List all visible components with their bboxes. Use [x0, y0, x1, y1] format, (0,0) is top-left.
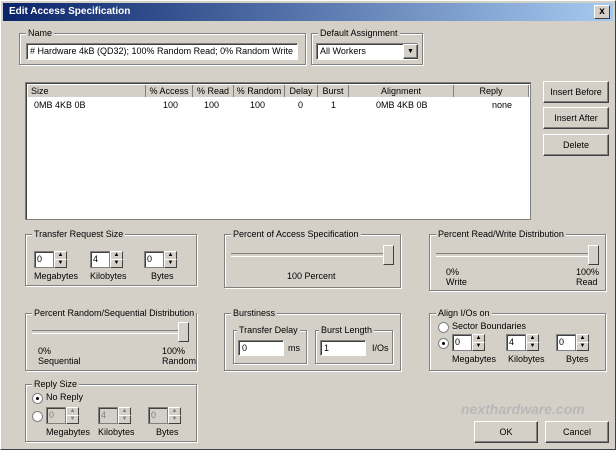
- percent-access-slider[interactable]: [383, 245, 394, 265]
- read-write-right2: Read: [576, 277, 598, 287]
- transfer-delay-input[interactable]: 0: [238, 340, 284, 356]
- sector-boundaries-radio[interactable]: [438, 322, 449, 333]
- random-sequential-group: Percent Random/Sequential Distribution 0…: [25, 308, 197, 371]
- transfer-delay-unit: ms: [288, 343, 300, 353]
- insert-after-button[interactable]: Insert After: [543, 107, 609, 129]
- read-write-right: 100%: [576, 267, 600, 277]
- ok-button[interactable]: OK: [474, 421, 538, 443]
- cell-random: 100: [250, 100, 266, 110]
- sector-boundaries-label: Sector Boundaries: [452, 321, 527, 331]
- window-title: Edit Access Specification: [9, 6, 131, 17]
- random-sequential-left: 0%: [38, 346, 52, 356]
- edit-access-spec-dialog: Edit Access Specification x Name # Hardw…: [0, 0, 616, 450]
- percent-access-group: Percent of Access Specification 100 Perc…: [224, 229, 401, 288]
- reply-kb-stepper[interactable]: 4 ▲ ▼: [98, 407, 131, 424]
- burst-length-input[interactable]: 1: [320, 340, 366, 356]
- transfer-kb-stepper[interactable]: 4 ▲ ▼: [90, 251, 123, 268]
- cell-alignment: 0MB 4KB 0B: [376, 100, 428, 110]
- align-b-stepper[interactable]: 0 ▲ ▼: [556, 334, 589, 351]
- bytes-label: Bytes: [151, 271, 174, 281]
- align-kilobytes-label: Kilobytes: [508, 354, 545, 364]
- col-header-reply[interactable]: Reply: [454, 85, 529, 97]
- insert-before-button[interactable]: Insert Before: [543, 81, 609, 103]
- chevron-down-icon[interactable]: ▼: [403, 44, 418, 59]
- col-header-size[interactable]: Size: [28, 85, 146, 97]
- align-ios-group: Align I/Os on Sector Boundaries 0 ▲ ▼ 4 ▲…: [429, 308, 606, 371]
- cell-access: 100: [163, 100, 179, 110]
- default-assignment-select[interactable]: All Workers ▼: [316, 43, 418, 60]
- cell-read: 100: [204, 100, 220, 110]
- burst-length-label: Burst Length: [319, 325, 375, 335]
- reply-custom-radio[interactable]: [32, 411, 43, 422]
- megabytes-label: Megabytes: [34, 271, 79, 281]
- transfer-delay-group: Transfer Delay 0 ms: [233, 325, 307, 364]
- burst-length-group: Burst Length 1 I/Os: [315, 325, 393, 364]
- no-reply-radio[interactable]: [32, 393, 43, 404]
- percent-access-value: 100 Percent: [287, 271, 336, 281]
- transfer-request-size-label: Transfer Request Size: [32, 229, 126, 239]
- cell-burst: 1: [331, 100, 337, 110]
- reply-bytes-label: Bytes: [156, 427, 179, 437]
- col-header-read[interactable]: % Read: [193, 85, 234, 97]
- col-header-delay[interactable]: Delay: [285, 85, 318, 97]
- reply-b-stepper[interactable]: 0 ▲ ▼: [148, 407, 181, 424]
- kilobytes-label: Kilobytes: [90, 271, 127, 281]
- watermark: nexthardware.com: [461, 401, 585, 417]
- burstiness-label: Burstiness: [231, 308, 278, 318]
- percent-access-label: Percent of Access Specification: [231, 229, 361, 239]
- align-custom-radio[interactable]: [438, 338, 449, 349]
- random-sequential-track: [32, 330, 187, 334]
- read-write-left2: Write: [446, 277, 467, 287]
- burstiness-group: Burstiness Transfer Delay 0 ms Burst Len…: [224, 308, 401, 371]
- align-megabytes-label: Megabytes: [452, 354, 497, 364]
- read-write-track: [436, 253, 596, 257]
- reply-size-label: Reply Size: [32, 379, 80, 389]
- percent-access-track: [231, 253, 391, 257]
- read-write-label: Percent Read/Write Distribution: [436, 229, 566, 239]
- reply-mb-stepper[interactable]: 0 ▲ ▼: [46, 407, 79, 424]
- transfer-delay-label: Transfer Delay: [237, 325, 300, 335]
- random-sequential-label: Percent Random/Sequential Distribution: [32, 308, 197, 318]
- align-kb-stepper[interactable]: 4 ▲ ▼: [506, 334, 539, 351]
- default-assignment-group: Default Assignment All Workers ▼: [311, 28, 423, 65]
- col-header-access[interactable]: % Access: [146, 85, 193, 97]
- transfer-b-stepper[interactable]: 0 ▲ ▼: [144, 251, 177, 268]
- cancel-button[interactable]: Cancel: [545, 421, 609, 443]
- name-label: Name: [26, 28, 55, 38]
- default-assignment-label: Default Assignment: [318, 28, 400, 38]
- col-header-alignment[interactable]: Alignment: [349, 85, 454, 97]
- access-spec-table[interactable]: Size % Access % Read % Random Delay Burs…: [25, 82, 531, 220]
- col-header-burst[interactable]: Burst: [318, 85, 349, 97]
- read-write-slider[interactable]: [588, 245, 599, 265]
- no-reply-label: No Reply: [46, 392, 84, 402]
- title-bar: Edit Access Specification x: [3, 3, 613, 21]
- transfer-mb-stepper[interactable]: 0 ▲ ▼: [34, 251, 67, 268]
- name-input[interactable]: # Hardware 4kB (QD32); 100% Random Read;…: [26, 43, 298, 60]
- read-write-group: Percent Read/Write Distribution 0% Write…: [429, 229, 606, 291]
- random-sequential-slider[interactable]: [178, 322, 189, 342]
- col-header-random[interactable]: % Random: [234, 85, 285, 97]
- cell-size: 0MB 4KB 0B: [34, 100, 86, 110]
- random-sequential-right: 100%: [162, 346, 186, 356]
- close-button[interactable]: x: [594, 5, 610, 19]
- random-sequential-right2: Random: [162, 356, 197, 366]
- burst-length-unit: I/Os: [372, 343, 389, 353]
- name-group: Name # Hardware 4kB (QD32); 100% Random …: [19, 28, 306, 65]
- align-ios-label: Align I/Os on: [436, 308, 492, 318]
- transfer-request-size-group: Transfer Request Size 0 ▲ ▼ 4 ▲ ▼ 0 ▲ ▼ Meg…: [25, 229, 197, 286]
- align-mb-stepper[interactable]: 0 ▲ ▼: [452, 334, 485, 351]
- reply-megabytes-label: Megabytes: [46, 427, 91, 437]
- reply-size-group: Reply Size No Reply 0 ▲ ▼ 4 ▲ ▼ 0 ▲ ▼ Megab…: [25, 379, 197, 442]
- random-sequential-left2: Sequential: [38, 356, 81, 366]
- reply-kilobytes-label: Kilobytes: [98, 427, 135, 437]
- align-bytes-label: Bytes: [566, 354, 589, 364]
- cell-reply: none: [492, 100, 513, 110]
- cell-delay: 0: [298, 100, 304, 110]
- delete-button[interactable]: Delete: [543, 134, 609, 156]
- read-write-left: 0%: [446, 267, 460, 277]
